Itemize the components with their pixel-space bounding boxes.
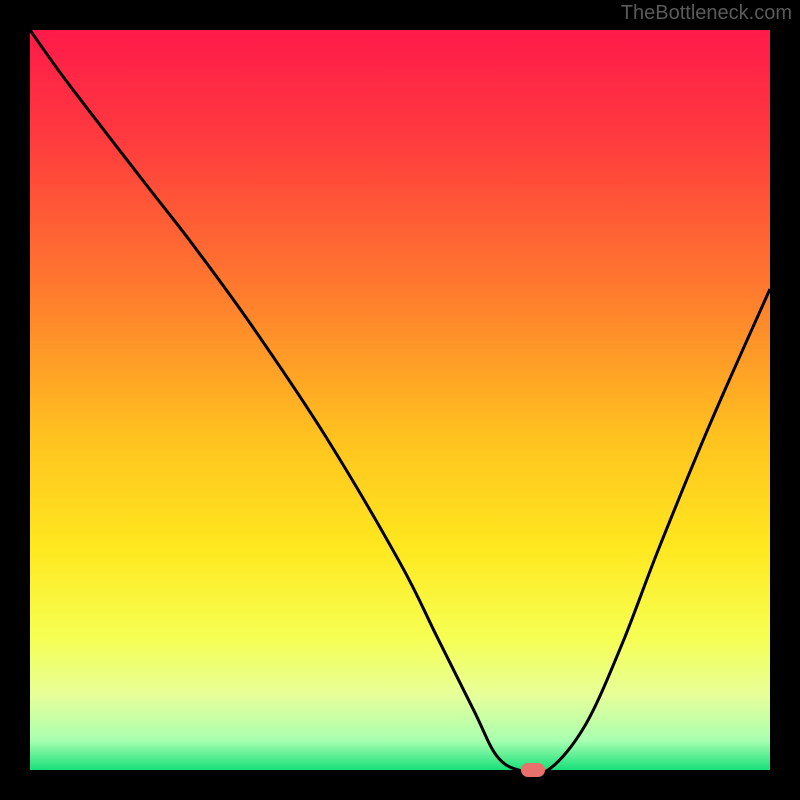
bottleneck-chart bbox=[30, 30, 770, 770]
watermark-text: TheBottleneck.com bbox=[621, 2, 792, 25]
chart-frame: TheBottleneck.com bbox=[0, 0, 800, 800]
optimal-marker bbox=[521, 763, 545, 777]
gradient-background bbox=[30, 30, 770, 770]
